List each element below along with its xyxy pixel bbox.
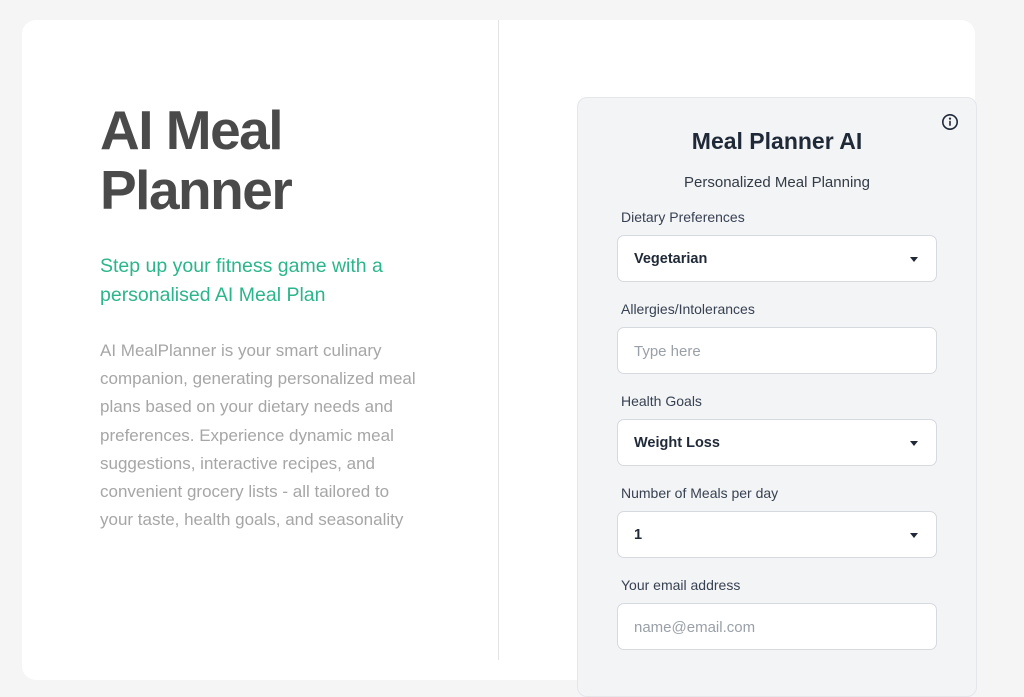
hero-title: AI Meal Planner	[100, 99, 293, 221]
caret-down-icon	[910, 257, 918, 262]
panel-title: Meal Planner AI	[691, 128, 863, 154]
health-goals-select[interactable]: Weight Loss	[617, 419, 937, 466]
column-divider	[498, 20, 499, 660]
hero-description: AI MealPlanner is your smart culinary co…	[100, 341, 416, 530]
dietary-preferences-value: Vegetarian	[634, 251, 708, 267]
dietary-preferences-label: Dietary Preferences	[621, 209, 745, 225]
hero-subtitle: Step up your fitness game with a persona…	[100, 255, 383, 306]
panel-subtitle: Personalized Meal Planning	[684, 174, 870, 191]
meals-per-day-value: 1	[634, 527, 643, 543]
allergies-placeholder: Type here	[634, 343, 701, 360]
allergies-label: Allergies/Intolerances	[621, 301, 755, 317]
health-goals-value: Weight Loss	[634, 435, 720, 451]
email-label: Your email address	[621, 577, 741, 593]
meals-per-day-label: Number of Meals per day	[621, 485, 779, 501]
meals-per-day-select[interactable]: 1	[617, 511, 937, 558]
email-placeholder: name@email.com	[634, 619, 756, 636]
email-input[interactable]: name@email.com	[617, 603, 937, 650]
health-goals-label: Health Goals	[621, 393, 702, 409]
caret-down-icon	[910, 441, 918, 446]
dietary-preferences-select[interactable]: Vegetarian	[617, 235, 937, 282]
caret-down-icon	[910, 533, 918, 538]
allergies-input[interactable]: Type here	[617, 327, 937, 374]
